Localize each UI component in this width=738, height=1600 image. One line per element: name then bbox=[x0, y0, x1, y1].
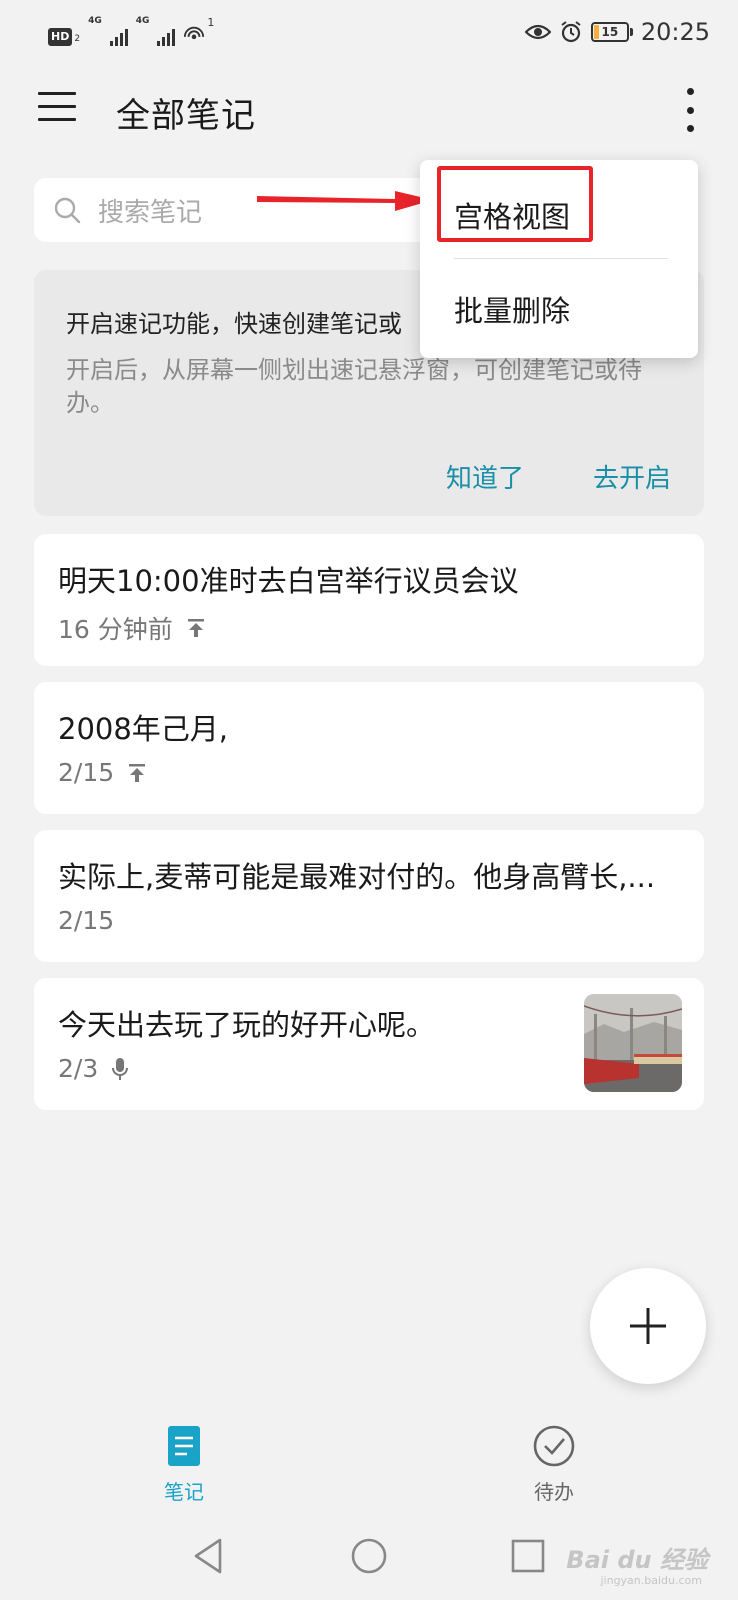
plus-icon bbox=[630, 1308, 666, 1344]
note-card[interactable]: 明天10:00准时去白宫举行议员会议 16 分钟前 bbox=[34, 534, 704, 666]
status-bar: HD 2 4G 4G 1 15 20:25 bbox=[0, 0, 738, 62]
battery-cap bbox=[629, 28, 633, 36]
note-card[interactable]: 实际上,麦蒂可能是最难对付的。他身高臂长,... 2/15 bbox=[34, 830, 704, 962]
recent-apps-icon[interactable] bbox=[508, 1536, 548, 1576]
dismiss-tip-button[interactable]: 知道了 bbox=[446, 458, 524, 495]
home-icon[interactable] bbox=[349, 1536, 389, 1576]
hd-badge: HD bbox=[48, 28, 73, 46]
microphone-icon bbox=[112, 1057, 129, 1080]
status-left: HD 2 4G 4G 1 bbox=[48, 16, 214, 46]
note-date: 16 分钟前 bbox=[58, 615, 173, 644]
note-title: 今天出去玩了玩的好开心呢。 bbox=[58, 1008, 436, 1042]
note-card[interactable]: 2008年己月, 2/15 bbox=[34, 682, 704, 814]
status-right: 15 20:25 bbox=[524, 18, 710, 46]
hd-sim-index: 2 bbox=[74, 34, 81, 44]
wifi-hotspot-icon bbox=[184, 26, 205, 40]
network-type-1: 4G bbox=[88, 16, 102, 26]
baidu-watermark-url: jingyan.baidu.com bbox=[600, 1574, 702, 1587]
back-icon[interactable] bbox=[190, 1536, 230, 1576]
note-thumbnail-image bbox=[584, 994, 682, 1092]
note-meta: 16 分钟前 bbox=[58, 610, 207, 646]
tip-description: 开启后，从屏幕一侧划出速记悬浮窗，可创建笔记或待办。 bbox=[66, 356, 642, 417]
check-circle-icon bbox=[533, 1425, 575, 1467]
tab-notes[interactable]: 笔记 bbox=[124, 1424, 244, 1505]
bottom-nav: 笔记 待办 bbox=[0, 1410, 738, 1516]
clock: 20:25 bbox=[640, 18, 710, 46]
batch-delete-menu-item[interactable]: 批量删除 bbox=[454, 288, 570, 330]
alarm-icon bbox=[561, 21, 581, 43]
add-note-button[interactable] bbox=[590, 1268, 706, 1384]
search-icon bbox=[54, 197, 81, 224]
signal-icon-2 bbox=[157, 26, 176, 46]
note-title: 明天10:00准时去白宫举行议员会议 bbox=[58, 564, 519, 598]
note-card[interactable]: 今天出去玩了玩的好开心呢。 2/3 bbox=[34, 978, 704, 1110]
app-bar: 全部笔记 bbox=[0, 62, 738, 158]
menu-divider bbox=[454, 258, 668, 259]
tab-notes-label: 笔记 bbox=[164, 1480, 204, 1504]
note-meta: 2/3 bbox=[58, 1054, 130, 1083]
enable-quick-note-button[interactable]: 去开启 bbox=[593, 458, 671, 495]
note-meta: 2/15 bbox=[58, 758, 148, 787]
hamburger-menu-icon[interactable] bbox=[38, 92, 76, 124]
tab-todo-label: 待办 bbox=[534, 1480, 574, 1504]
note-meta: 2/15 bbox=[58, 906, 114, 935]
search-placeholder: 搜索笔记 bbox=[98, 197, 203, 228]
annotation-arrow bbox=[257, 191, 433, 211]
tab-todo[interactable]: 待办 bbox=[494, 1424, 614, 1505]
annotation-highlight-box bbox=[437, 166, 593, 242]
pin-top-icon bbox=[187, 619, 204, 637]
pin-top-icon bbox=[129, 763, 146, 782]
baidu-watermark: Bai du 经验 bbox=[566, 1546, 708, 1574]
eye-icon bbox=[524, 24, 551, 40]
hotspot-count: 1 bbox=[207, 16, 215, 29]
note-icon bbox=[168, 1426, 200, 1466]
note-title: 实际上,麦蒂可能是最难对付的。他身高臂长,... bbox=[58, 860, 656, 894]
network-type-2: 4G bbox=[135, 16, 150, 26]
more-vertical-icon[interactable] bbox=[680, 88, 700, 132]
page-title: 全部笔记 bbox=[116, 96, 256, 136]
battery-fill bbox=[593, 25, 599, 39]
signal-icon-1 bbox=[109, 26, 128, 46]
note-date: 2/3 bbox=[58, 1054, 99, 1083]
note-date: 2/15 bbox=[58, 906, 115, 935]
system-nav-bar: Bai du 经验 jingyan.baidu.com bbox=[0, 1516, 738, 1600]
battery-level: 15 bbox=[601, 25, 619, 39]
note-title: 2008年己月, bbox=[58, 712, 229, 746]
battery-icon: 15 bbox=[590, 22, 629, 42]
tip-title: 开启速记功能，快速创建笔记或 bbox=[66, 310, 402, 338]
note-date: 2/15 bbox=[58, 758, 115, 787]
